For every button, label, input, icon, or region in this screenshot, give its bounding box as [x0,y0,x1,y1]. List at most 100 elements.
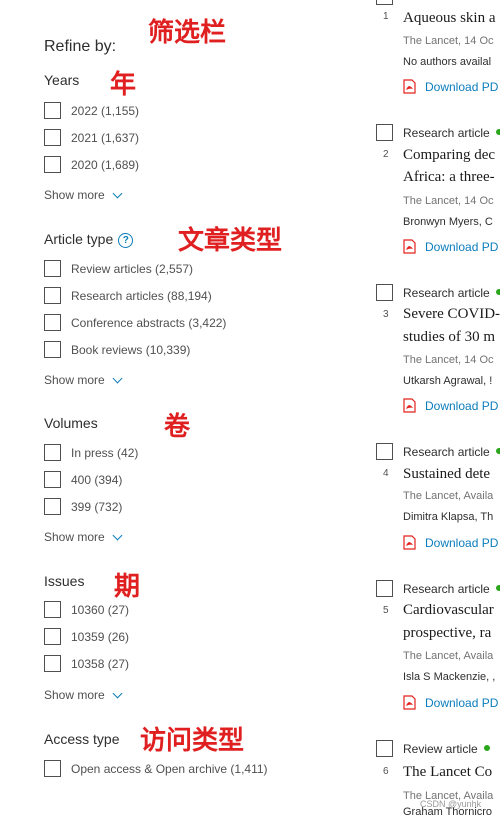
result-number: 4 [383,468,389,479]
result-checkbox[interactable] [376,284,393,301]
download-pdf-link[interactable]: Download PD [403,695,498,710]
article-type-title-text: Article type [44,231,114,247]
result-number: 3 [383,309,389,320]
result-title-line-2[interactable]: Africa: a three- [403,169,495,186]
checkbox[interactable] [44,156,61,173]
checkbox[interactable] [44,498,61,515]
filter-research-articles[interactable]: Research articles (88,194) [44,286,212,305]
refine-sidebar: Refine by: Years 2022 (1,155) 2021 (1,63… [0,0,360,819]
issues-section-title: Issues [44,573,85,589]
result-title-line-2[interactable]: studies of 30 m [403,329,495,346]
result-title[interactable]: Sustained dete [403,466,490,483]
filter-volume-in-press[interactable]: In press (42) [44,443,138,462]
checkbox[interactable] [44,287,61,304]
chevron-down-icon [112,688,123,698]
filter-issue-10358[interactable]: 10358 (27) [44,654,129,673]
download-pdf-link[interactable]: Download PD [403,535,498,550]
result-title[interactable]: The Lancet Co [403,764,492,781]
checkbox[interactable] [44,102,61,119]
annotation-article-type: 文章类型 [178,226,283,256]
result-type: Research article [403,582,500,596]
checkbox[interactable] [44,628,61,645]
result-number: 2 [383,149,389,160]
result-checkbox[interactable] [376,124,393,141]
years-section-title: Years [44,72,80,88]
filter-label: Review articles (2,557) [71,261,194,276]
result-checkbox[interactable] [376,740,393,757]
result-checkbox[interactable] [376,580,393,597]
filter-book-reviews[interactable]: Book reviews (10,339) [44,340,190,359]
filter-label: 2020 (1,689) [71,157,140,172]
filter-volume-399[interactable]: 399 (732) [44,497,122,516]
annotation-access-type: 访问类型 [140,726,245,756]
result-title-line-2[interactable]: prospective, ra [403,625,491,642]
filter-label: 10360 (27) [71,602,130,617]
result-type: Review article [403,742,490,756]
result-title[interactable]: Aqueous skin a [403,10,496,27]
result-type: Research article [403,126,500,140]
chevron-down-icon [112,530,123,540]
filter-year-2021[interactable]: 2021 (1,637) [44,128,139,147]
download-label: Download PD [425,79,499,94]
checkbox[interactable] [44,129,61,146]
result-type-label: Research article [403,582,490,596]
download-pdf-link[interactable]: Download PD [403,79,498,94]
filter-label: Research articles (88,194) [71,288,212,303]
filter-volume-400[interactable]: 400 (394) [44,470,122,489]
result-title[interactable]: Severe COVID- [403,306,500,323]
open-access-dot-icon [495,448,500,454]
result-source: The Lancet, 14 Oc [403,195,494,207]
filter-label: 10358 (27) [71,656,130,671]
download-pdf-link[interactable]: Download PD [403,239,498,254]
access-type-section-title: Access type [44,731,120,747]
result-number: 1 [383,11,389,22]
chevron-down-icon [112,188,123,198]
result-checkbox[interactable] [376,443,393,460]
show-more-label: Show more [44,530,105,544]
filter-issue-10359[interactable]: 10359 (26) [44,627,129,646]
result-type: Research article [403,286,500,300]
filter-label: 10359 (26) [71,629,130,644]
filter-review-articles[interactable]: Review articles (2,557) [44,259,193,278]
checkbox[interactable] [44,655,61,672]
checkbox[interactable] [44,341,61,358]
show-more-label: Show more [44,373,105,387]
filter-open-access[interactable]: Open access & Open archive (1,411) [44,759,268,778]
download-label: Download PD [425,239,499,254]
annotation-filter-bar: 筛选栏 [148,18,227,48]
download-pdf-link[interactable]: Download PD [403,398,498,413]
filter-year-2020[interactable]: 2020 (1,689) [44,155,139,174]
result-type-label: Research article [403,126,490,140]
result-authors: Isla S Mackenzie, , [403,671,496,683]
years-show-more[interactable]: Show more [44,188,123,202]
result-title[interactable]: Comparing dec [403,147,495,164]
filter-year-2022[interactable]: 2022 (1,155) [44,101,139,120]
checkbox[interactable] [44,760,61,777]
chevron-down-icon [112,373,123,383]
filter-label: 2021 (1,637) [71,130,140,145]
result-source: The Lancet, 14 Oc [403,354,494,366]
open-access-dot-icon [495,129,500,135]
article-type-section-title: Article type? [44,231,134,248]
result-checkbox[interactable] [376,0,393,5]
pdf-icon [403,398,416,413]
filter-label: 400 (394) [71,472,123,487]
help-icon[interactable]: ? [118,233,134,248]
annotation-volume: 卷 [164,412,191,442]
filter-conference-abstracts[interactable]: Conference abstracts (3,422) [44,313,226,332]
filter-label: 399 (732) [71,499,123,514]
volumes-section-title: Volumes [44,415,98,431]
volumes-show-more[interactable]: Show more [44,530,123,544]
checkbox[interactable] [44,601,61,618]
watermark: CSDN @yunhk [420,799,482,809]
article-type-show-more[interactable]: Show more [44,373,123,387]
refine-title: Refine by: [44,38,117,55]
checkbox[interactable] [44,314,61,331]
checkbox[interactable] [44,471,61,488]
open-access-dot-icon [483,745,490,751]
result-title[interactable]: Cardiovascular [403,602,494,619]
open-access-dot-icon [495,289,500,295]
issues-show-more[interactable]: Show more [44,688,123,702]
checkbox[interactable] [44,260,61,277]
checkbox[interactable] [44,444,61,461]
